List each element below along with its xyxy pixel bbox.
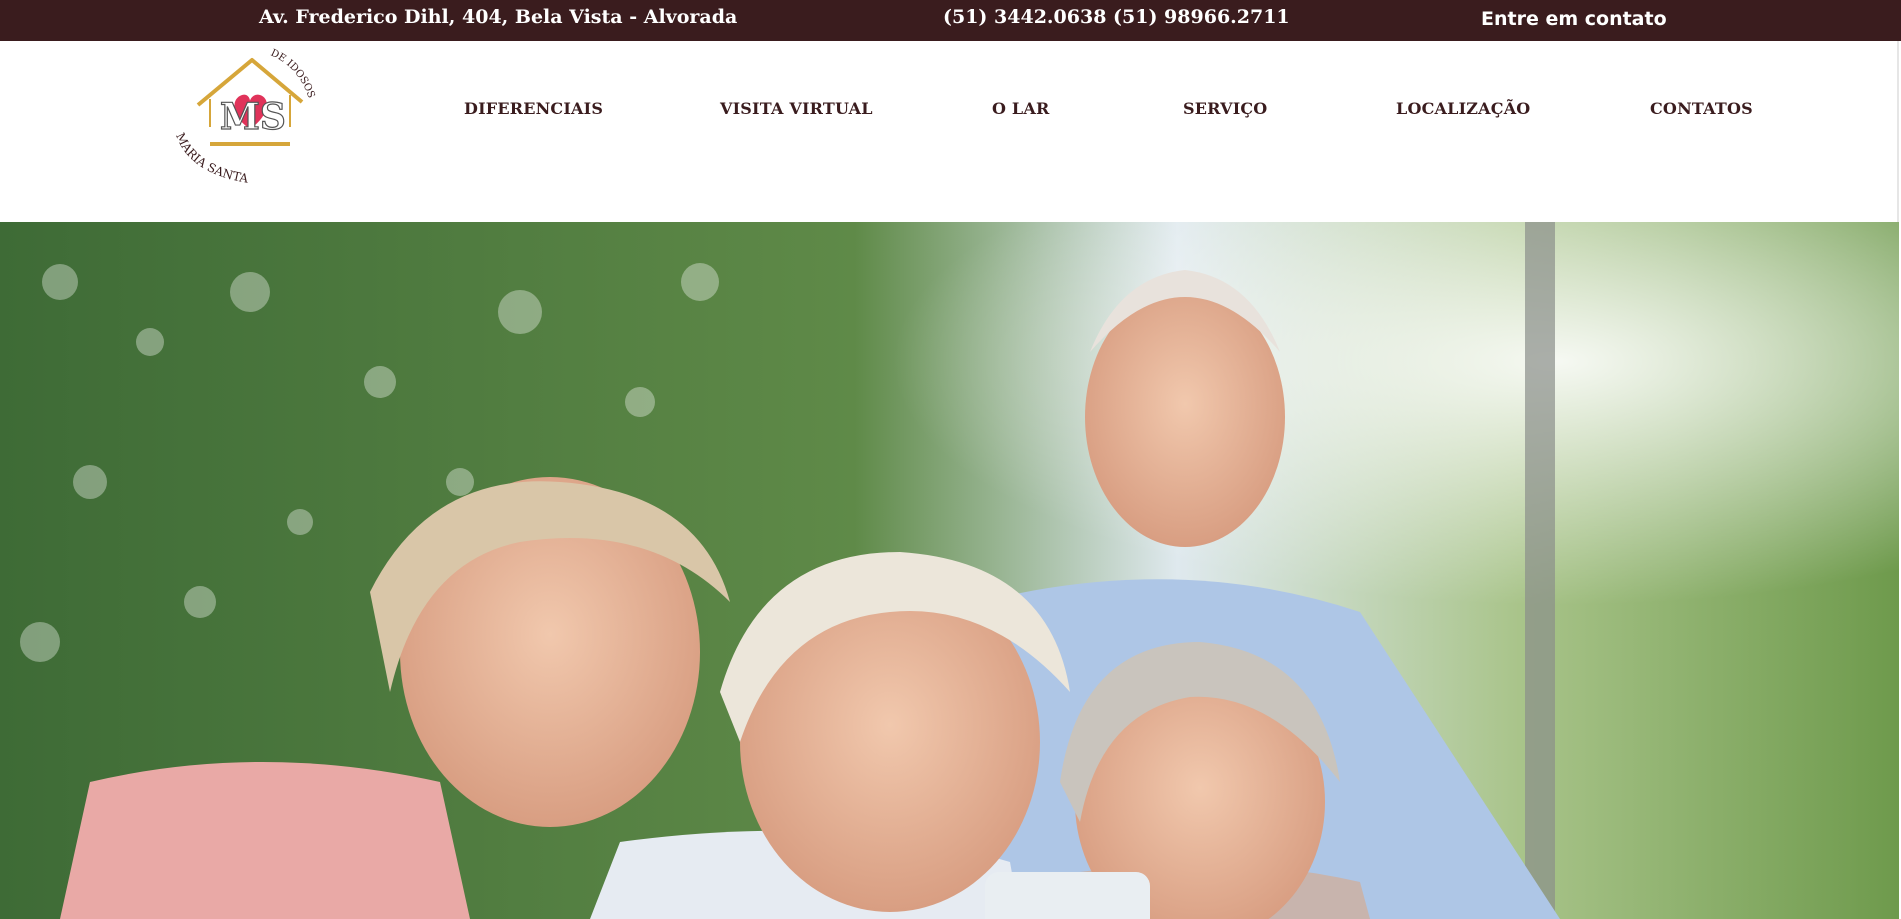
nav-servico[interactable]: SERVIÇO	[1183, 99, 1267, 118]
house-heart-logo[interactable]: MS DE IDOSOS MARIA SANTA	[170, 47, 330, 187]
logo-monogram: MS	[220, 96, 286, 138]
hero-photo-elderly-group	[0, 222, 1899, 919]
address-text: Av. Frederico Dihl, 404, Bela Vista - Al…	[259, 6, 738, 28]
nav-contatos[interactable]: CONTATOS	[1650, 99, 1753, 118]
nav-diferenciais[interactable]: DIFERENCIAIS	[464, 99, 603, 118]
top-info-bar: Av. Frederico Dihl, 404, Bela Vista - Al…	[0, 0, 1901, 41]
nav-o-lar[interactable]: O LAR	[992, 99, 1049, 118]
logo-graphic: MS DE IDOSOS MARIA SANTA	[173, 48, 317, 186]
phone-numbers: (51) 3442.0638 (51) 98966.2711	[943, 6, 1290, 28]
hero-banner-image	[0, 222, 1899, 919]
logo-arc-bottom: MARIA SANTA	[173, 131, 250, 186]
site-header: MS DE IDOSOS MARIA SANTA DIFERENCIAIS VI…	[0, 41, 1899, 222]
nav-visita-virtual[interactable]: VISITA VIRTUAL	[720, 99, 873, 118]
contact-link[interactable]: Entre em contato	[1481, 8, 1667, 30]
nav-localizacao[interactable]: LOCALIZAÇÃO	[1396, 99, 1530, 118]
